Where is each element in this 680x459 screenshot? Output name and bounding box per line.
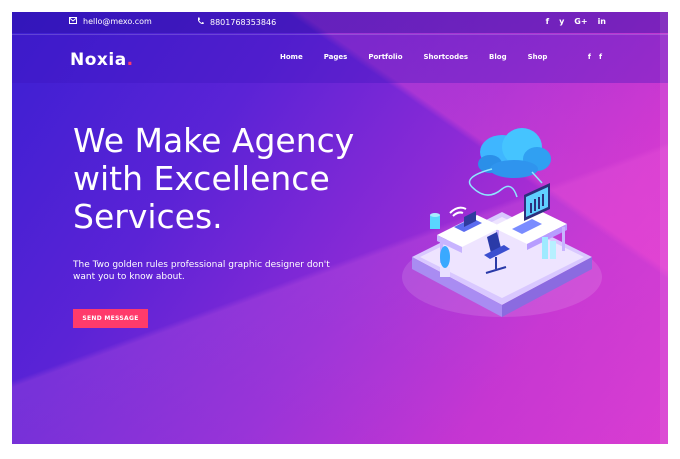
logo[interactable]: Noxia. xyxy=(70,50,134,70)
twitter-icon[interactable]: y xyxy=(559,17,564,26)
hero-title-line: Services. xyxy=(73,197,223,236)
navbar: Noxia. Home Pages Portfolio Shortcodes B… xyxy=(12,34,668,83)
facebook-icon[interactable]: f xyxy=(599,53,602,61)
menu-item-pages[interactable]: Pages xyxy=(324,53,348,61)
main-menu: Home Pages Portfolio Shortcodes Blog Sho… xyxy=(280,53,547,61)
hero-frame: hello@mexo.com 8801768353846 f y G+ in N… xyxy=(12,12,668,444)
scrollbar[interactable] xyxy=(660,12,668,444)
logo-text: Noxia xyxy=(70,50,127,70)
linkedin-icon[interactable]: in xyxy=(598,17,606,26)
email-text: hello@mexo.com xyxy=(83,17,152,26)
logo-dot: . xyxy=(126,50,134,70)
hero-subtitle-line: The Two golden rules professional graphi… xyxy=(73,260,330,270)
hero-title: We Make Agency with Excellence Services. xyxy=(73,122,393,236)
email-contact[interactable]: hello@mexo.com xyxy=(69,17,152,26)
hero-subtitle-line: want you to know about. xyxy=(73,272,185,282)
menu-item-blog[interactable]: Blog xyxy=(489,53,507,61)
facebook-icon[interactable]: f xyxy=(588,53,591,61)
topbar-social: f y G+ in xyxy=(546,17,606,26)
hero-title-line: with Excellence xyxy=(73,159,330,198)
menu-item-shortcodes[interactable]: Shortcodes xyxy=(424,53,469,61)
menu-item-portfolio[interactable]: Portfolio xyxy=(368,53,402,61)
isometric-workspace-illustration xyxy=(402,128,602,317)
google-plus-icon[interactable]: G+ xyxy=(574,17,587,26)
send-message-button[interactable]: SEND MESSAGE xyxy=(73,309,148,328)
menu-item-shop[interactable]: Shop xyxy=(528,53,548,61)
phone-text: 8801768353846 xyxy=(210,17,277,27)
top-bar: hello@mexo.com 8801768353846 f y G+ in xyxy=(12,12,668,33)
facebook-icon[interactable]: f xyxy=(546,17,549,26)
menu-item-home[interactable]: Home xyxy=(280,53,303,61)
hero-subtitle: The Two golden rules professional graphi… xyxy=(73,259,343,283)
hero-title-line: We Make Agency xyxy=(73,121,355,160)
nav-social: f f xyxy=(588,53,602,61)
envelope-icon xyxy=(69,17,77,26)
phone-contact[interactable]: 8801768353846 xyxy=(197,17,276,27)
phone-icon xyxy=(197,17,204,27)
